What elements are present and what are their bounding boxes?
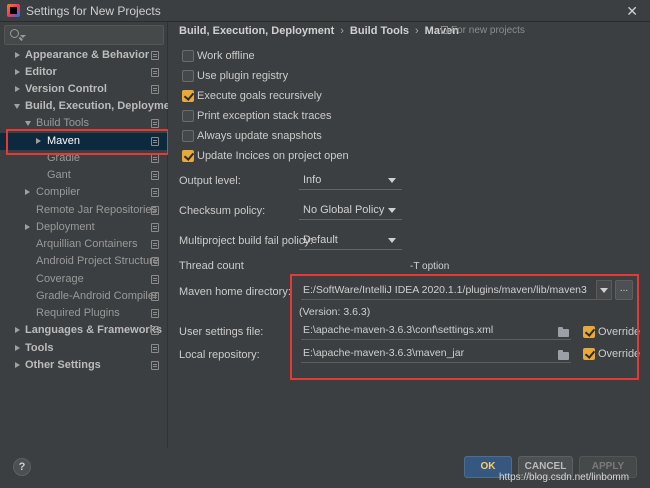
checkbox-label: Update Incices on project open xyxy=(197,150,349,162)
checksum-policy-value: No Global Policy xyxy=(303,204,385,216)
scope-note-label: For new projects xyxy=(451,25,525,36)
scope-note: For new projects xyxy=(441,25,525,36)
intellij-app-icon xyxy=(7,4,20,17)
search-icon xyxy=(10,29,19,38)
expand-arrow-icon[interactable] xyxy=(15,327,20,333)
project-scope-icon xyxy=(151,309,159,318)
thread-count-label: Thread count xyxy=(179,260,244,272)
expand-arrow-icon[interactable] xyxy=(25,189,30,195)
expand-arrow-icon[interactable] xyxy=(15,52,20,58)
checkbox-box[interactable] xyxy=(182,90,194,102)
search-history-caret-icon xyxy=(20,35,26,38)
expand-arrow-icon[interactable] xyxy=(15,69,20,75)
sidebar-item-compiler[interactable]: Compiler xyxy=(0,184,167,201)
project-scope-icon xyxy=(151,68,159,77)
output-level-label: Output level: xyxy=(179,175,241,187)
expand-arrow-icon[interactable] xyxy=(25,224,30,230)
checksum-policy-label: Checksum policy: xyxy=(179,205,266,217)
project-scope-icon xyxy=(151,85,159,94)
project-scope-icon xyxy=(151,206,159,215)
expand-arrow-icon[interactable] xyxy=(15,362,20,368)
project-scope-icon xyxy=(151,171,159,180)
checkbox-label: Print exception stack traces xyxy=(197,110,332,122)
chevron-down-icon xyxy=(388,208,396,213)
output-level-value: Info xyxy=(303,174,322,186)
project-scope-icon xyxy=(151,326,159,335)
breadcrumb-separator: › xyxy=(415,25,419,37)
project-scope-icon xyxy=(151,119,159,128)
breadcrumb-item: Build, Execution, Deployment xyxy=(179,25,335,37)
project-scope-icon xyxy=(151,188,159,197)
checkbox-box[interactable] xyxy=(182,150,194,162)
watermark-text: https://blog.csdn.net/linbomm xyxy=(499,472,630,483)
project-scope-icon xyxy=(151,292,159,301)
sidebar-item-required-plugins[interactable]: Required Plugins xyxy=(0,305,167,322)
project-scope-icon xyxy=(151,51,159,60)
sidebar-item-languages-frameworks[interactable]: Languages & Frameworks xyxy=(0,322,167,339)
expand-arrow-icon[interactable] xyxy=(15,86,20,92)
project-scope-icon xyxy=(151,240,159,249)
project-scope-icon xyxy=(151,257,159,266)
sidebar-item-build-execution-deployment[interactable]: Build, Execution, Deployment xyxy=(0,98,180,115)
project-scope-icon xyxy=(151,361,159,370)
maven-home-label: Maven home directory: xyxy=(179,286,291,298)
fail-policy-value: Default xyxy=(303,234,338,246)
dialog-footer: ? OK CANCEL APPLY https://blog.csdn.net/… xyxy=(0,448,650,488)
sidebar-item-tools[interactable]: Tools xyxy=(0,340,167,357)
sidebar-item-coverage[interactable]: Coverage xyxy=(0,271,167,288)
title-bar: Settings for New Projects ✕ xyxy=(0,0,650,22)
sidebar-item-appearance-behavior[interactable]: Appearance & Behavior xyxy=(0,47,167,64)
checkbox-box[interactable] xyxy=(182,50,194,62)
sidebar-item-gant[interactable]: Gant xyxy=(0,167,167,184)
collapse-arrow-icon[interactable] xyxy=(25,121,31,126)
maven-settings-panel: Build, Execution, Deployment › Build Tools… xyxy=(168,22,650,448)
checkbox-box[interactable] xyxy=(182,70,194,82)
project-scope-icon xyxy=(151,344,159,353)
checkbox-label: Work offline xyxy=(197,50,255,62)
user-settings-label: User settings file: xyxy=(179,326,264,338)
thread-count-hint: -T option xyxy=(410,261,450,272)
maven-paths-highlight-box xyxy=(290,274,639,380)
chevron-down-icon xyxy=(388,178,396,183)
search-input[interactable] xyxy=(4,25,164,45)
collapse-arrow-icon[interactable] xyxy=(14,104,20,109)
sidebar-item-version-control[interactable]: Version Control xyxy=(0,81,167,98)
sidebar-item-other-settings[interactable]: Other Settings xyxy=(0,357,167,374)
sidebar-item-editor[interactable]: Editor xyxy=(0,64,167,81)
breadcrumb: Build, Execution, Deployment › Build Tools… xyxy=(179,25,459,41)
checkbox-box[interactable] xyxy=(182,130,194,142)
project-scope-icon xyxy=(151,154,159,163)
settings-sidebar: Appearance & Behavior Editor Version Con… xyxy=(0,22,180,448)
project-scope-icon xyxy=(151,223,159,232)
help-button[interactable]: ? xyxy=(13,458,31,476)
window-title: Settings for New Projects xyxy=(26,4,161,18)
checksum-policy-select[interactable]: No Global Policy xyxy=(299,200,402,220)
fail-policy-label: Multiproject build fail policy: xyxy=(179,235,313,247)
breadcrumb-separator: › xyxy=(340,25,344,37)
local-repository-label: Local repository: xyxy=(179,349,260,361)
output-level-select[interactable]: Info xyxy=(299,170,402,190)
maven-highlight-box xyxy=(6,129,169,155)
sidebar-item-gradle-android-compiler[interactable]: Gradle-Android Compiler xyxy=(0,288,167,305)
chevron-down-icon xyxy=(388,238,396,243)
close-icon[interactable]: ✕ xyxy=(626,2,638,20)
sidebar-item-arquillian-containers[interactable]: Arquillian Containers xyxy=(0,236,167,253)
checkbox-label: Execute goals recursively xyxy=(197,90,322,102)
project-scope-icon xyxy=(151,275,159,284)
sidebar-item-remote-jar-repositories[interactable]: Remote Jar Repositories xyxy=(0,202,167,219)
breadcrumb-item: Build Tools xyxy=(349,25,409,37)
sidebar-item-deployment[interactable]: Deployment xyxy=(0,219,167,236)
checkbox-label: Always update snapshots xyxy=(197,130,322,142)
sidebar-item-android-project-structure[interactable]: Android Project Structure xyxy=(0,253,167,270)
expand-arrow-icon[interactable] xyxy=(15,345,20,351)
fail-policy-select[interactable]: Default xyxy=(299,230,402,250)
project-scope-icon xyxy=(441,26,448,34)
checkbox-box[interactable] xyxy=(182,110,194,122)
checkbox-label: Use plugin registry xyxy=(197,70,289,82)
